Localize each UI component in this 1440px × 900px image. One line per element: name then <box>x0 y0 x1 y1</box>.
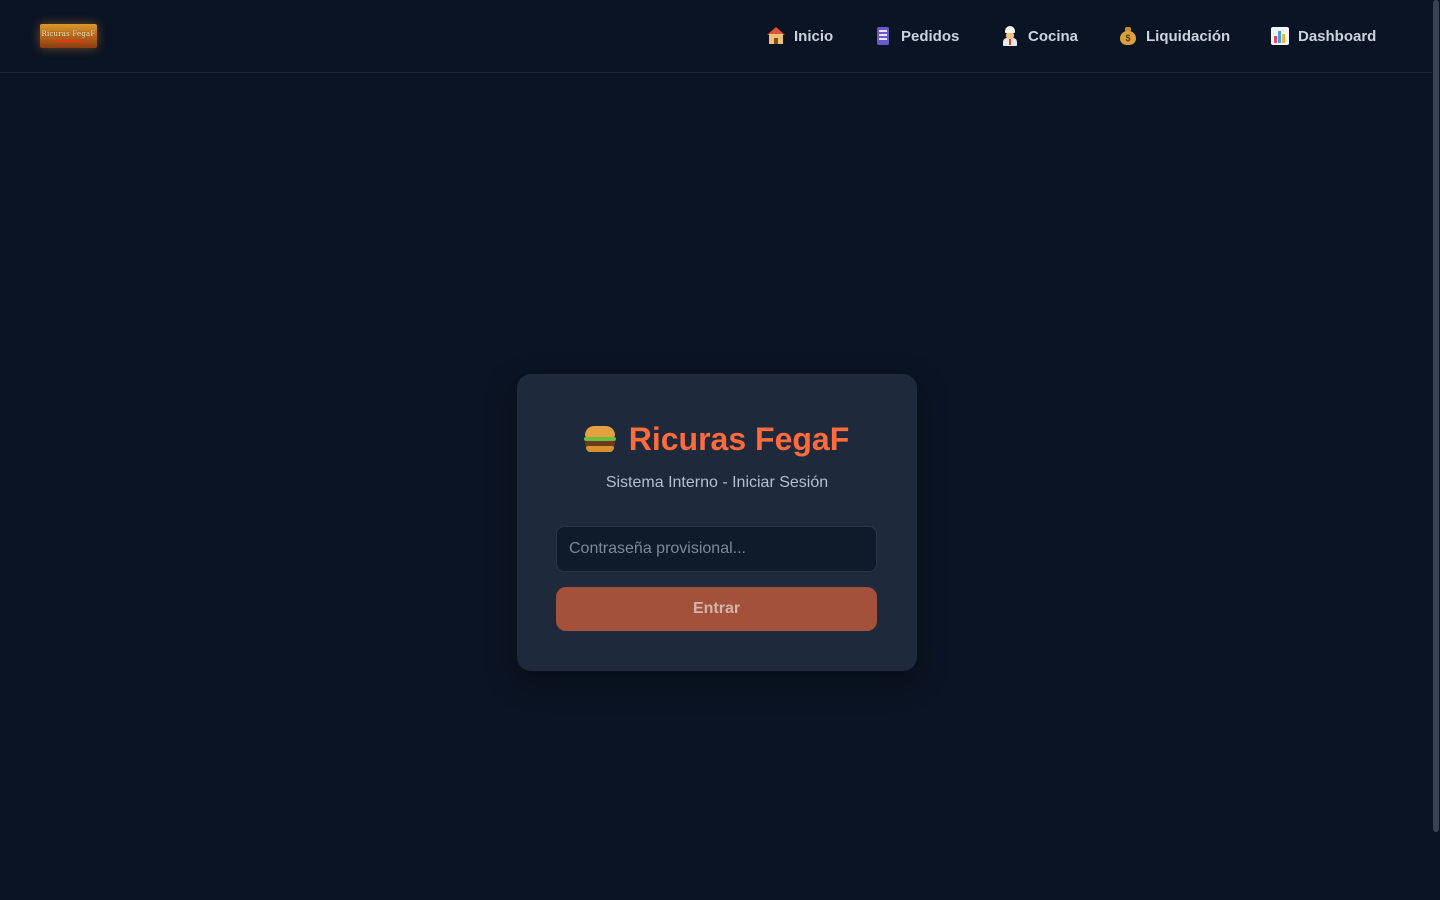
logo-strip <box>52 40 85 42</box>
chef-icon <box>1000 26 1020 46</box>
bar-chart-icon <box>1270 26 1290 46</box>
login-title: Ricuras FegaF <box>0 419 1432 459</box>
nav-item-label: Cocina <box>1028 27 1079 45</box>
house-icon <box>766 26 786 46</box>
money-bag-icon: $ <box>1118 26 1138 46</box>
nav-item-label: Liquidación <box>1146 27 1231 45</box>
nav-item-pedidos[interactable]: Pedidos <box>873 26 959 46</box>
scrollbar-thumb[interactable] <box>1433 0 1439 832</box>
nav-item-liquidacion[interactable]: $ Liquidación <box>1118 26 1230 46</box>
nav-item-label: Inicio <box>794 27 834 45</box>
login-subtitle: Sistema Interno - Iniciar Sesión <box>605 474 829 491</box>
password-input[interactable] <box>556 526 877 572</box>
top-navbar: Ricuras FegaF Inicio Pedidos Cocina $ Li… <box>0 0 1432 73</box>
burger-icon <box>583 424 617 454</box>
login-page: Ricuras FegaF Inicio Pedidos Cocina $ Li… <box>0 0 1440 900</box>
nav-item-label: Pedidos <box>901 27 960 45</box>
memo-icon <box>873 26 893 46</box>
login-submit-button[interactable]: Entrar <box>556 587 877 631</box>
brand-logo[interactable]: Ricuras FegaF <box>40 24 97 48</box>
logo-text: Ricuras FegaF <box>41 30 96 38</box>
nav-item-cocina[interactable]: Cocina <box>1000 26 1078 46</box>
nav-item-label: Dashboard <box>1298 27 1377 45</box>
login-title-text: Ricuras FegaF <box>628 421 850 457</box>
nav-item-inicio[interactable]: Inicio <box>766 26 833 46</box>
nav-item-dashboard[interactable]: Dashboard <box>1270 26 1376 46</box>
